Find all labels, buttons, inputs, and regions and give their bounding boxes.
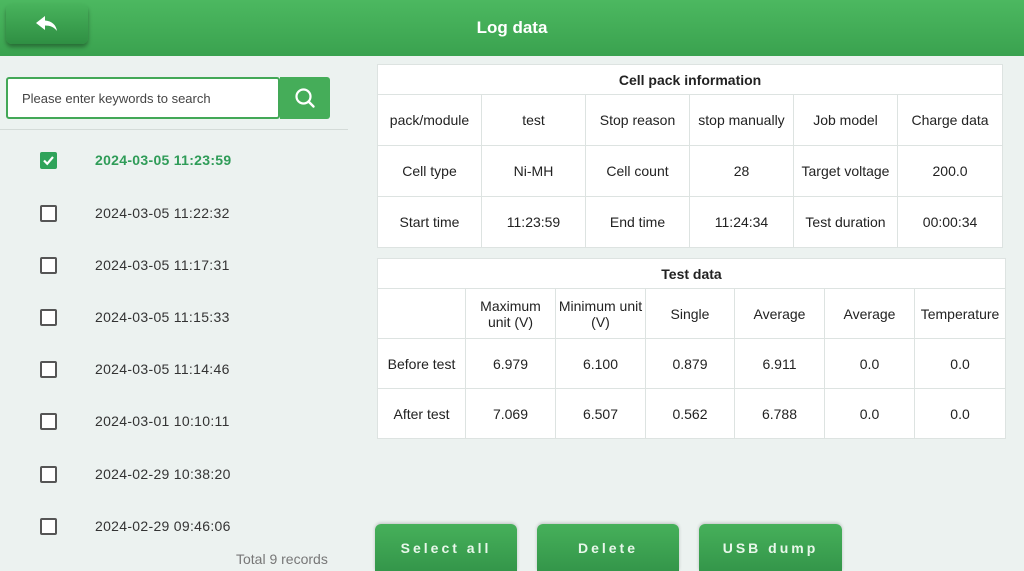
record-checkbox[interactable] xyxy=(40,256,57,274)
page-title: Log data xyxy=(476,18,548,37)
record-checkbox[interactable] xyxy=(40,517,57,535)
record-item[interactable]: 2024-03-05 11:14:46 xyxy=(40,354,340,384)
test-data-table: Test data Maximum unit (V) Minimum unit … xyxy=(376,258,1007,439)
record-item[interactable]: 2024-03-05 11:22:32 xyxy=(40,198,340,228)
info-cell: Charge data xyxy=(896,94,1004,146)
record-timestamp: 2024-03-05 11:14:46 xyxy=(95,361,230,377)
record-item[interactable]: 2024-03-01 10:10:11 xyxy=(40,406,340,436)
record-item[interactable]: 2024-03-05 11:17:31 xyxy=(40,250,340,280)
cell-pack-info-title: Cell pack information xyxy=(376,64,1004,95)
header-bar: Log data xyxy=(0,0,1024,56)
info-cell: Target voltage xyxy=(793,145,898,197)
search-icon xyxy=(295,88,315,108)
record-timestamp: 2024-03-05 11:22:32 xyxy=(95,205,230,221)
record-checkbox[interactable] xyxy=(40,360,57,378)
record-checkbox[interactable] xyxy=(40,151,57,169)
column-header: Single xyxy=(645,288,735,339)
record-timestamp: 2024-03-01 10:10:11 xyxy=(95,413,230,429)
column-header: Average xyxy=(734,288,825,339)
info-cell: 11:24:34 xyxy=(689,196,794,248)
data-cell: 0.562 xyxy=(645,388,735,439)
record-item[interactable]: 2024-03-05 11:23:59 xyxy=(40,145,340,175)
data-cell: 0.0 xyxy=(824,338,915,389)
info-cell: Cell count xyxy=(585,145,690,197)
search-button[interactable] xyxy=(280,77,330,119)
record-timestamp: 2024-02-29 09:46:06 xyxy=(95,518,231,534)
data-cell: 6.979 xyxy=(465,338,556,389)
record-timestamp: 2024-03-05 11:15:33 xyxy=(95,309,230,325)
info-cell: Cell type xyxy=(377,145,482,197)
check-icon xyxy=(43,155,54,165)
info-cell: Job model xyxy=(793,94,898,146)
data-cell: 7.069 xyxy=(465,388,556,439)
data-cell: 6.911 xyxy=(734,338,825,389)
total-records-label: Total 9 records xyxy=(236,551,328,567)
data-cell: 6.507 xyxy=(555,388,646,439)
record-timestamp: 2024-03-05 11:23:59 xyxy=(95,152,232,168)
info-cell: Test duration xyxy=(793,196,898,248)
usb-dump-button[interactable]: USB dump xyxy=(699,524,842,571)
record-item[interactable]: 2024-02-29 09:46:06 xyxy=(40,511,340,541)
column-header: Average xyxy=(824,288,915,339)
info-cell: Stop reason xyxy=(585,94,690,146)
info-cell: Ni-MH xyxy=(481,145,586,197)
row-label: After test xyxy=(377,388,466,439)
record-checkbox[interactable] xyxy=(40,308,57,326)
list-divider xyxy=(0,129,348,130)
record-item[interactable]: 2024-03-05 11:15:33 xyxy=(40,302,340,332)
record-checkbox[interactable] xyxy=(40,412,57,430)
column-header: Minimum unit (V) xyxy=(555,288,646,339)
info-cell: Start time xyxy=(377,196,482,248)
data-cell: 6.788 xyxy=(734,388,825,439)
info-cell: 200.0 xyxy=(896,145,1004,197)
cell-pack-info-table: Cell pack information pack/module test S… xyxy=(376,64,1004,248)
data-cell: 0.0 xyxy=(913,388,1007,439)
data-cell: 0.0 xyxy=(913,338,1007,389)
data-cell: 0.879 xyxy=(645,338,735,389)
info-cell: stop manually xyxy=(689,94,794,146)
data-cell: 6.100 xyxy=(555,338,646,389)
record-timestamp: 2024-03-05 11:17:31 xyxy=(95,257,230,273)
info-cell: 00:00:34 xyxy=(896,196,1004,248)
column-header: Maximum unit (V) xyxy=(465,288,556,339)
info-cell: test xyxy=(481,94,586,146)
search-input[interactable]: Please enter keywords to search xyxy=(6,77,280,119)
row-label: Before test xyxy=(377,338,466,389)
test-data-title: Test data xyxy=(376,258,1007,289)
record-item[interactable]: 2024-02-29 10:38:20 xyxy=(40,459,340,489)
data-cell: 0.0 xyxy=(824,388,915,439)
info-cell: End time xyxy=(585,196,690,248)
delete-button[interactable]: Delete xyxy=(537,524,679,571)
info-cell: 11:23:59 xyxy=(481,196,586,248)
record-timestamp: 2024-02-29 10:38:20 xyxy=(95,466,231,482)
column-header: Temperature xyxy=(913,288,1007,339)
record-checkbox[interactable] xyxy=(40,204,57,222)
record-checkbox[interactable] xyxy=(40,465,57,483)
column-header xyxy=(377,288,466,339)
select-all-button[interactable]: Select all xyxy=(375,524,517,571)
info-cell: pack/module xyxy=(377,94,482,146)
info-cell: 28 xyxy=(689,145,794,197)
